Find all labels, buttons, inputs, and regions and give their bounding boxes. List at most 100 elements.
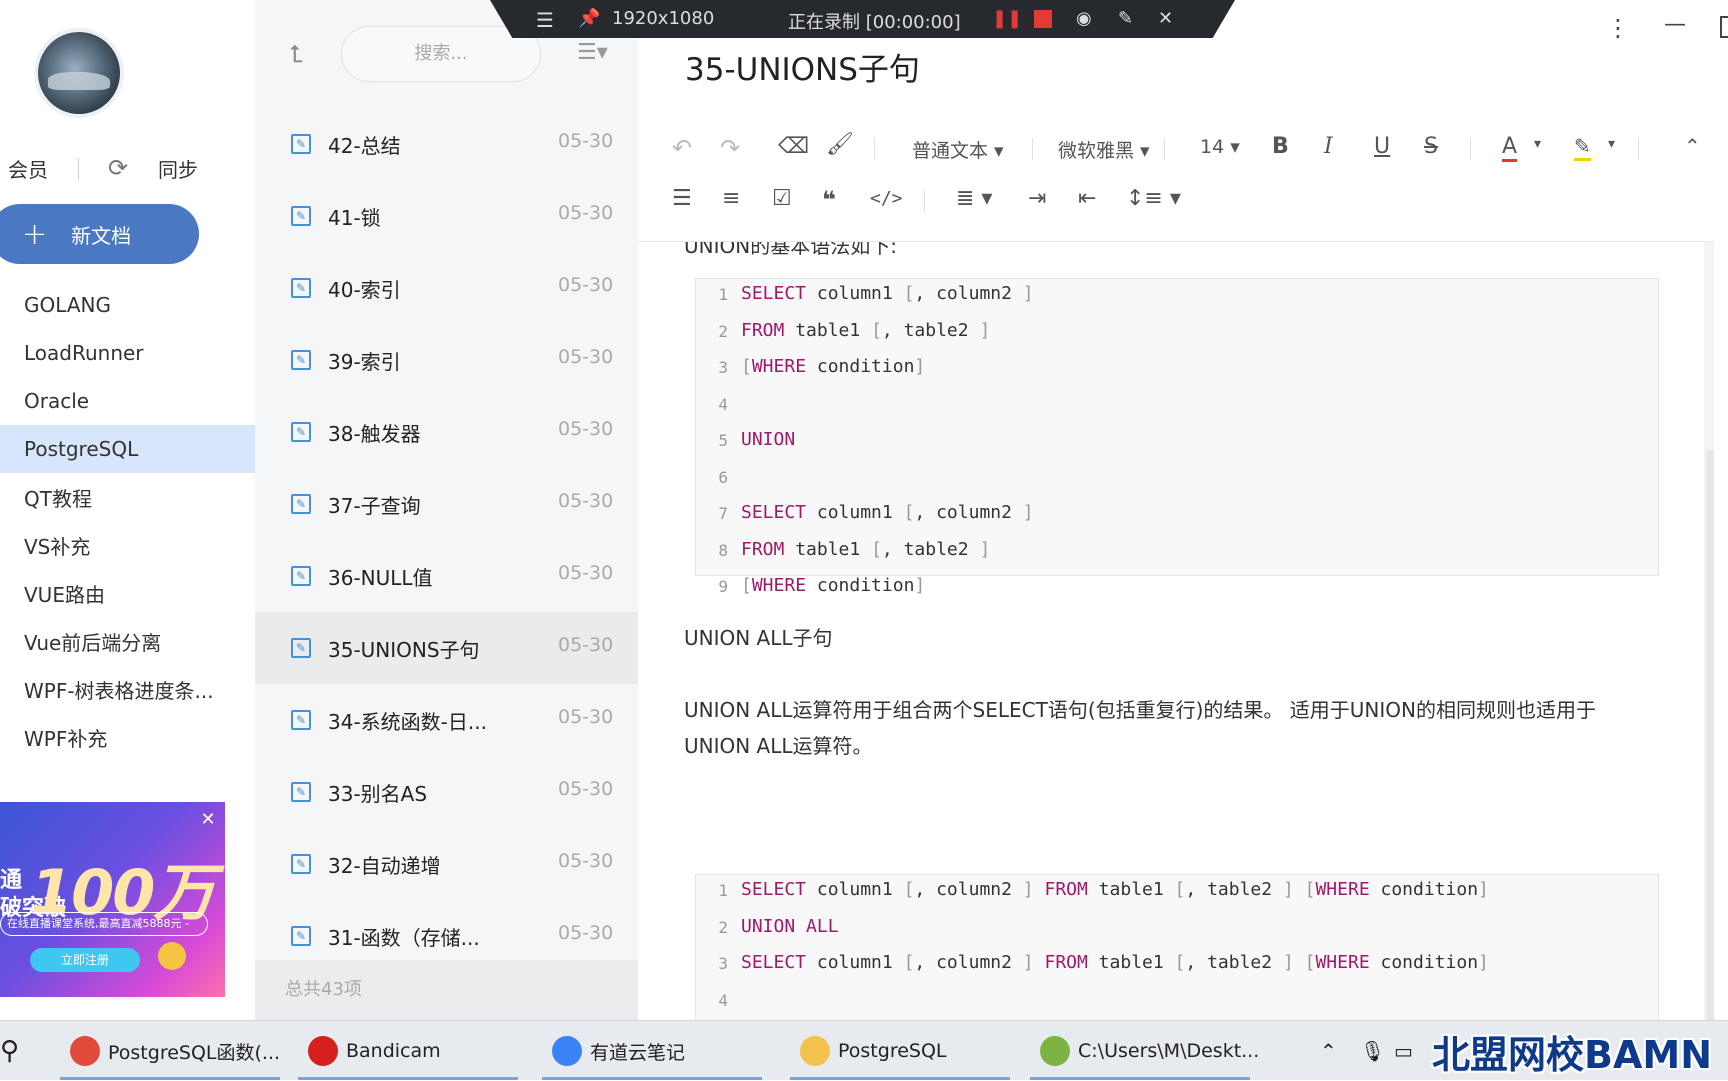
note-item[interactable]: ✎ 36-NULL值 05-30 — [255, 540, 638, 612]
pin-icon[interactable]: 📌 — [578, 8, 600, 29]
document-body[interactable]: UNION的基本语法如下: 1 SELECT column1 [, column2… — [638, 242, 1714, 1020]
highlight-icon[interactable]: ✎ — [1574, 134, 1591, 161]
close-icon[interactable]: ✕ — [198, 810, 218, 830]
maximize-icon[interactable] — [1720, 16, 1728, 38]
redo-icon[interactable]: ↷ — [720, 134, 740, 162]
more-options-icon[interactable]: ⋮ — [1606, 14, 1630, 42]
chevron-down-icon[interactable]: ▾ — [1534, 136, 1541, 152]
ad-register-button[interactable]: 立即注册 — [30, 948, 140, 972]
document-edit-icon: ✎ — [291, 926, 311, 946]
avatar[interactable] — [38, 32, 120, 114]
minimize-icon[interactable]: — — [1664, 12, 1686, 37]
collapse-toolbar-icon[interactable]: ⌃ — [1684, 134, 1701, 158]
note-item[interactable]: ✎ 32-自动递增 05-30 — [255, 828, 638, 900]
note-item[interactable]: ✎ 37-子查询 05-30 — [255, 468, 638, 540]
format-painter-icon[interactable]: 🖌 — [826, 132, 854, 157]
back-up-icon[interactable]: ⮤ — [289, 40, 303, 68]
italic-button[interactable]: I — [1324, 134, 1333, 159]
underline-button[interactable]: U — [1374, 134, 1390, 159]
resolution-label: 1920x1080 — [612, 8, 715, 29]
chrome-icon — [70, 1036, 100, 1066]
paragraph-style-select[interactable]: 普通文本 ▾ — [912, 136, 1004, 163]
code-keyword: WHERE — [751, 356, 807, 377]
note-item[interactable]: ✎ 34-系统函数-日... 05-30 — [255, 684, 638, 756]
code-block-2[interactable]: 1 SELECT column1 [, column2 ] FROM table1… — [695, 874, 1659, 1020]
heading-union-all: UNION ALL子句 — [684, 626, 833, 650]
undo-icon[interactable]: ↶ — [672, 134, 692, 162]
note-item[interactable]: ✎ 33-别名AS 05-30 — [255, 756, 638, 828]
taskbar-item[interactable]: Bandicam — [308, 1021, 441, 1081]
close-icon[interactable]: ✕ — [1158, 8, 1173, 29]
note-date: 05-30 — [558, 490, 614, 512]
sort-menu-icon[interactable]: ☰▾ — [577, 40, 608, 65]
bullet-list-icon[interactable]: ☰ — [672, 186, 692, 211]
notebook-label: WPF-树表格进度条... — [24, 678, 214, 703]
note-item[interactable]: ✎ 39-索引 05-30 — [255, 324, 638, 396]
stop-icon[interactable] — [1034, 10, 1052, 28]
scrollbar-thumb[interactable] — [1706, 450, 1714, 1020]
document-title[interactable]: 35-UNIONS子句 — [685, 44, 920, 89]
note-title: 33-别名AS — [328, 782, 428, 806]
notebook-item[interactable]: Vue前后端分离 — [0, 617, 255, 665]
code-token: column1 — [806, 283, 904, 304]
note-title: 39-索引 — [328, 350, 401, 374]
indent-icon[interactable]: ⇥ — [1028, 186, 1046, 211]
quote-icon[interactable]: ❝ — [822, 186, 836, 214]
taskbar-item[interactable]: C:\Users\M\Deskt... — [1040, 1021, 1259, 1081]
note-item[interactable]: ✎ 41-锁 05-30 — [255, 180, 638, 252]
notebook-item[interactable]: VUE路由 — [0, 569, 255, 617]
battery-icon[interactable]: ▭ — [1394, 1021, 1413, 1081]
taskbar-item[interactable]: 有道云笔记 — [552, 1021, 685, 1081]
code-text: [WHERE condition] — [741, 356, 925, 377]
eraser-icon[interactable]: ⌫ — [778, 134, 809, 159]
microphone-icon[interactable]: 🎙 — [1360, 1021, 1385, 1081]
notebook-item[interactable]: GOLANG — [0, 281, 255, 329]
notebook-item[interactable]: PostgreSQL — [0, 425, 255, 473]
taskbar-item[interactable]: PostgreSQL函数(... — [70, 1021, 280, 1081]
notebook-item[interactable]: LoadRunner — [0, 329, 255, 377]
strikethrough-button[interactable]: S — [1424, 134, 1438, 159]
pencil-icon[interactable]: ✎ — [1118, 8, 1133, 29]
line-number: 3 — [718, 358, 728, 377]
watermark-logo: 北盟网校BAMN — [1432, 1033, 1712, 1077]
camera-icon[interactable]: ◉ — [1076, 8, 1092, 29]
code-icon[interactable]: </> — [870, 188, 903, 209]
search-icon[interactable]: ⚲ — [0, 1021, 19, 1081]
code-token: column1 — [806, 952, 904, 973]
note-item[interactable]: ✎ 35-UNIONS子句 05-30 — [255, 612, 638, 684]
note-item[interactable]: ✎ 40-索引 05-30 — [255, 252, 638, 324]
font-select[interactable]: 微软雅黑 ▾ — [1058, 136, 1150, 163]
member-link[interactable]: 会员 — [8, 154, 48, 183]
pause-icon[interactable]: ❚❚ — [992, 8, 1022, 29]
sync-link[interactable]: 同步 — [158, 154, 198, 183]
note-item[interactable]: ✎ 38-触发器 05-30 — [255, 396, 638, 468]
font-size-select[interactable]: 14 ▾ — [1200, 136, 1240, 158]
notebook-item[interactable]: WPF-树表格进度条... — [0, 665, 255, 713]
chevron-down-icon[interactable]: ▾ — [1608, 136, 1615, 152]
notebook-item[interactable]: QT教程 — [0, 473, 255, 521]
numbered-list-icon[interactable]: ≡ — [722, 186, 740, 211]
align-left-icon[interactable]: ≣ ▾ — [956, 186, 992, 211]
notebook-item[interactable]: Oracle — [0, 377, 255, 425]
youdao-note-icon — [552, 1036, 582, 1066]
bold-button[interactable]: B — [1272, 134, 1289, 159]
note-title: 32-自动递增 — [328, 854, 441, 878]
menu-icon[interactable]: ☰ — [536, 8, 554, 32]
total-count: 总共43项 — [255, 960, 638, 1020]
taskbar-item[interactable]: PostgreSQL — [800, 1021, 947, 1081]
checklist-icon[interactable]: ☑ — [772, 186, 792, 211]
editor-panel: 35-UNIONS子句 ⋮ — ↶ ↷ ⌫ 🖌 普通文本 ▾ 微软雅黑 ▾ 14… — [638, 0, 1728, 1020]
line-spacing-icon[interactable]: ↕≡ ▾ — [1126, 186, 1181, 211]
ad-banner[interactable]: ✕ 通 破突破 100万 在线直播课堂系统,最高直减5888元 - 立即注册 — [0, 802, 225, 997]
notebook-item[interactable]: WPF补充 — [0, 713, 255, 761]
new-document-button[interactable]: + 新文档 — [0, 204, 199, 264]
outdent-icon[interactable]: ⇤ — [1078, 186, 1096, 211]
note-item[interactable]: ✎ 42-总结 05-30 — [255, 108, 638, 180]
font-color-button[interactable]: A — [1502, 134, 1518, 162]
sync-icon[interactable]: ⟳ — [108, 154, 128, 182]
code-text: UNION ALL — [741, 916, 839, 937]
code-block-1[interactable]: 1 SELECT column1 [, column2 ] 2 FROM table1… — [695, 278, 1659, 596]
chevron-up-icon[interactable]: ⌃ — [1320, 1021, 1337, 1081]
document-edit-icon: ✎ — [291, 638, 311, 658]
notebook-item[interactable]: VS补充 — [0, 521, 255, 569]
